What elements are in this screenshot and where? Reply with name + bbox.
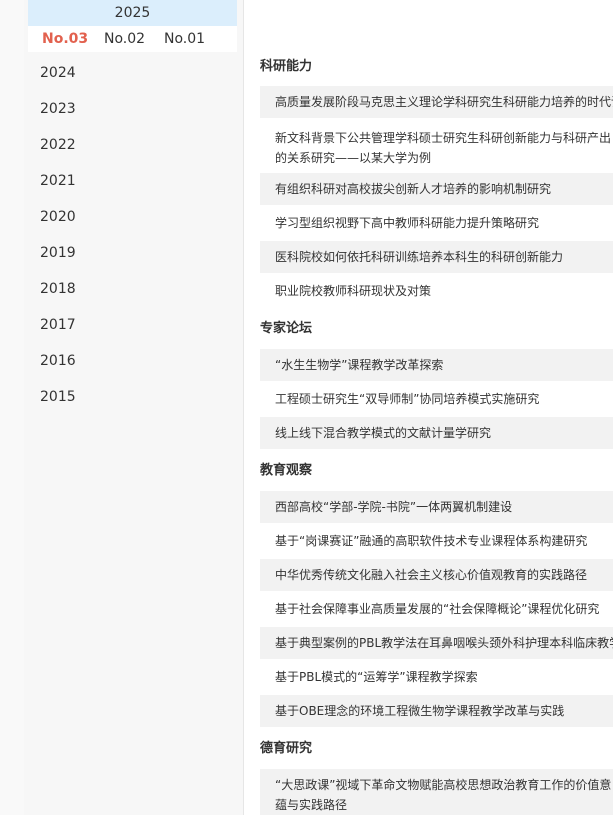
year-item-2020[interactable]: 2020 xyxy=(40,207,76,227)
year-item-2021[interactable]: 2021 xyxy=(40,171,76,191)
issue-no03[interactable]: No.03 xyxy=(42,26,88,52)
article-link[interactable]: 工程硕士研究生“双导师制”协同培养模式实施研究 xyxy=(260,383,613,415)
issue-no01[interactable]: No.01 xyxy=(164,26,205,52)
year-item-2019[interactable]: 2019 xyxy=(40,243,76,263)
article-link[interactable]: 基于“岗课赛证”融通的高职软件技术专业课程体系构建研究 xyxy=(260,525,613,557)
section-title-moral-education: 德育研究 xyxy=(260,741,313,756)
left-gutter xyxy=(0,0,24,815)
year-item-2024[interactable]: 2024 xyxy=(40,63,76,83)
article-link[interactable]: “大思政课”视域下革命文物赋能高校思想政治教育工作的价值意蕴与实践路径 xyxy=(260,769,613,815)
year-item-2016[interactable]: 2016 xyxy=(40,351,76,371)
article-link[interactable]: 中华优秀传统文化融入社会主义核心价值观教育的实践路径 xyxy=(260,559,613,591)
article-link[interactable]: “水生生物学”课程教学改革探索 xyxy=(260,349,613,381)
section-title-education-observation: 教育观察 xyxy=(260,463,313,478)
article-link[interactable]: 基于PBL模式的“运筹学”课程教学探索 xyxy=(260,661,613,693)
article-link[interactable]: 医科院校如何依托科研训练培养本科生的科研创新能力 xyxy=(260,241,613,273)
issue-sidebar: 2025 No.03 No.02 No.01 2024 2023 2022 20… xyxy=(24,0,244,815)
year-item-2022[interactable]: 2022 xyxy=(40,135,76,155)
article-link[interactable]: 学习型组织视野下高中教师科研能力提升策略研究 xyxy=(260,207,613,239)
current-year-header[interactable]: 2025 xyxy=(28,0,237,26)
section-title-expert-forum: 专家论坛 xyxy=(260,321,313,336)
article-link[interactable]: 新文科背景下公共管理学科硕士研究生科研创新能力与科研产出的关系研究——以某大学为… xyxy=(260,122,613,172)
year-item-2023[interactable]: 2023 xyxy=(40,99,76,119)
article-link[interactable]: 线上线下混合教学模式的文献计量学研究 xyxy=(260,417,613,449)
article-link[interactable]: 高质量发展阶段马克思主义理论学科研究生科研能力培养的时代诉求 xyxy=(260,86,613,118)
article-link[interactable]: 西部高校“学部-学院-书院”一体两翼机制建设 xyxy=(260,491,613,523)
article-link[interactable]: 基于社会保障事业高质量发展的“社会保障概论”课程优化研究 xyxy=(260,593,613,625)
article-catalog: 科研能力 高质量发展阶段马克思主义理论学科研究生科研能力培养的时代诉求 新文科背… xyxy=(260,0,613,815)
section-title-research-ability: 科研能力 xyxy=(260,59,313,74)
article-link[interactable]: 基于典型案例的PBL教学法在耳鼻咽喉头颈外科护理本科临床教学中的应用 xyxy=(260,627,613,659)
issue-list: No.03 No.02 No.01 xyxy=(28,26,237,52)
year-item-2018[interactable]: 2018 xyxy=(40,279,76,299)
article-link[interactable]: 职业院校教师科研现状及对策 xyxy=(260,275,613,307)
year-item-2015[interactable]: 2015 xyxy=(40,387,76,407)
issue-no02[interactable]: No.02 xyxy=(104,26,145,52)
article-link[interactable]: 基于OBE理念的环境工程微生物学课程教学改革与实践 xyxy=(260,695,613,727)
year-item-2017[interactable]: 2017 xyxy=(40,315,76,335)
article-link[interactable]: 有组织科研对高校拔尖创新人才培养的影响机制研究 xyxy=(260,173,613,205)
